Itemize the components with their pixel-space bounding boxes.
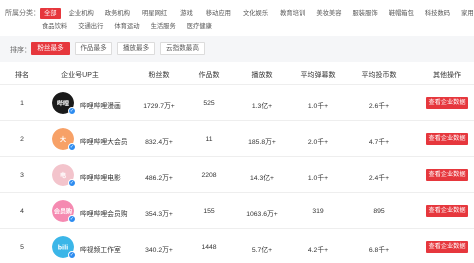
- category-shoes-bags[interactable]: 鞋帽箱包: [387, 8, 416, 19]
- category-tech[interactable]: 科技数码: [423, 8, 452, 19]
- view-enterprise-data-button[interactable]: 查看企业数据: [426, 169, 468, 181]
- sort-most-plays-button[interactable]: 播放最多: [117, 42, 155, 55]
- account-name[interactable]: 哔哩哔哩会员购: [80, 208, 128, 218]
- row-plays: 185.8万+: [248, 139, 276, 146]
- header-actions: 其他操作: [433, 72, 461, 79]
- row-coins: 2.6千+: [368, 103, 390, 110]
- sort-most-fans-button[interactable]: 粉丝最多: [31, 42, 70, 55]
- svg-text:电: 电: [60, 172, 66, 180]
- row-plays: 1063.6万+: [246, 211, 278, 218]
- category-celebrity[interactable]: 明星网红: [140, 8, 169, 19]
- category-education[interactable]: 教育培训: [278, 8, 307, 19]
- table-header: 排名 企业号UP主 粉丝数 作品数 播放数 平均弹幕数 平均投币数 其他操作: [0, 62, 474, 85]
- row-danmaku: 1.0千+: [307, 103, 329, 110]
- category-transport[interactable]: 交通出行: [76, 21, 105, 32]
- view-enterprise-data-button[interactable]: 查看企业数据: [426, 205, 468, 217]
- row-coins: 4.7千+: [368, 139, 390, 146]
- sort-top-index-button[interactable]: 云指数最高: [160, 42, 205, 55]
- row-rank: 4: [20, 208, 24, 215]
- table-row: 5 bili ✓ 哔视频工作室 340.2万+ 1448 5.7亿+ 4.2千+…: [0, 229, 474, 263]
- row-rank: 1: [20, 100, 24, 107]
- row-coins: 2.4千+: [368, 175, 390, 182]
- category-row-1: 全部 企业机构 政务机构 明星网红 游戏 移动应用 文化娱乐 教育培训 美妆美容…: [40, 8, 474, 19]
- svg-text:哔哩: 哔哩: [57, 100, 69, 108]
- account-name[interactable]: 哔哩哔哩漫画: [80, 100, 121, 110]
- header-plays: 播放数: [251, 72, 273, 79]
- category-sports[interactable]: 体育运动: [112, 21, 141, 32]
- row-danmaku: 4.2千+: [307, 247, 329, 254]
- account-name[interactable]: 哔哩哔哩电影: [80, 172, 121, 182]
- row-danmaku: 2.0千+: [307, 139, 329, 146]
- row-danmaku: 1.0千+: [307, 175, 329, 182]
- row-works: 525: [203, 100, 215, 107]
- verified-badge-icon: ✓: [68, 107, 76, 115]
- verified-badge-icon: ✓: [68, 179, 76, 187]
- category-filter-label: 所属分类：: [5, 10, 40, 17]
- row-works: 11: [205, 136, 213, 143]
- row-coins: 6.8千+: [368, 247, 390, 254]
- row-plays: 5.7亿+: [251, 247, 273, 254]
- row-works: 1448: [201, 244, 217, 251]
- category-games[interactable]: 游戏: [178, 8, 195, 19]
- category-government[interactable]: 政务机构: [103, 8, 132, 19]
- row-fans: 1729.7万+: [143, 103, 175, 110]
- row-danmaku: 319: [312, 208, 324, 215]
- table-row: 4 会员购 ✓ 哔哩哔哩会员购 354.3万+ 155 1063.6万+ 319…: [0, 193, 474, 229]
- header-danmaku: 平均弹幕数: [300, 72, 336, 79]
- sort-most-works-button[interactable]: 作品最多: [75, 42, 112, 55]
- row-rank: 2: [20, 136, 24, 143]
- sort-bar: 排序： 粉丝最多 作品最多 播放最多 云指数最高: [0, 36, 474, 62]
- table-row: 1 哔哩 ✓ 哔哩哔哩漫画 1729.7万+ 525 1.3亿+ 1.0千+ 2…: [0, 85, 474, 121]
- header-rank: 排名: [15, 72, 29, 79]
- category-apparel[interactable]: 服装服饰: [351, 8, 380, 19]
- category-appliances[interactable]: 家用电器: [459, 8, 474, 19]
- header-works: 作品数: [198, 72, 220, 79]
- category-filter: 所属分类： 全部 企业机构 政务机构 明星网红 游戏 移动应用 文化娱乐 教育培…: [0, 0, 474, 36]
- svg-text:bili: bili: [58, 245, 68, 252]
- category-row-2: 食品饮料 交通出行 体育运动 生活服务 医疗健康: [40, 21, 214, 32]
- category-beauty[interactable]: 美妆美容: [314, 8, 343, 19]
- category-food[interactable]: 食品饮料: [40, 21, 69, 32]
- row-fans: 832.4万+: [145, 139, 173, 146]
- row-plays: 1.3亿+: [251, 103, 273, 110]
- row-fans: 354.3万+: [145, 211, 173, 218]
- category-health[interactable]: 医疗健康: [185, 21, 214, 32]
- table-row: 3 电 ✓ 哔哩哔哩电影 486.2万+ 2208 14.3亿+ 1.0千+ 2…: [0, 157, 474, 193]
- row-coins: 895: [373, 208, 385, 215]
- row-fans: 340.2万+: [145, 247, 173, 254]
- row-plays: 14.3亿+: [250, 175, 274, 182]
- category-mobile-apps[interactable]: 移动应用: [204, 8, 233, 19]
- row-fans: 486.2万+: [145, 175, 173, 182]
- sort-label: 排序：: [10, 47, 31, 54]
- svg-text:会员购: 会员购: [54, 208, 72, 216]
- account-name[interactable]: 哔视频工作室: [80, 244, 121, 254]
- row-works: 2208: [201, 172, 217, 179]
- header-coins: 平均投币数: [361, 72, 397, 79]
- verified-badge-icon: ✓: [68, 143, 76, 151]
- account-name[interactable]: 哔哩哔哩大会员: [80, 136, 128, 146]
- view-enterprise-data-button[interactable]: 查看企业数据: [426, 133, 468, 145]
- row-rank: 3: [20, 172, 24, 179]
- verified-badge-icon: ✓: [68, 215, 76, 223]
- category-enterprise[interactable]: 企业机构: [67, 8, 96, 19]
- category-culture[interactable]: 文化娱乐: [241, 8, 270, 19]
- category-life-services[interactable]: 生活服务: [149, 21, 178, 32]
- view-enterprise-data-button[interactable]: 查看企业数据: [426, 97, 468, 109]
- verified-badge-icon: ✓: [68, 251, 76, 259]
- header-fans: 粉丝数: [148, 72, 170, 79]
- row-rank: 5: [20, 244, 24, 251]
- svg-text:大: 大: [60, 136, 66, 144]
- row-works: 155: [203, 208, 215, 215]
- view-enterprise-data-button[interactable]: 查看企业数据: [426, 241, 468, 253]
- header-account: 企业号UP主: [61, 72, 99, 79]
- category-all[interactable]: 全部: [40, 8, 61, 19]
- table-row: 2 大 ✓ 哔哩哔哩大会员 832.4万+ 11 185.8万+ 2.0千+ 4…: [0, 121, 474, 157]
